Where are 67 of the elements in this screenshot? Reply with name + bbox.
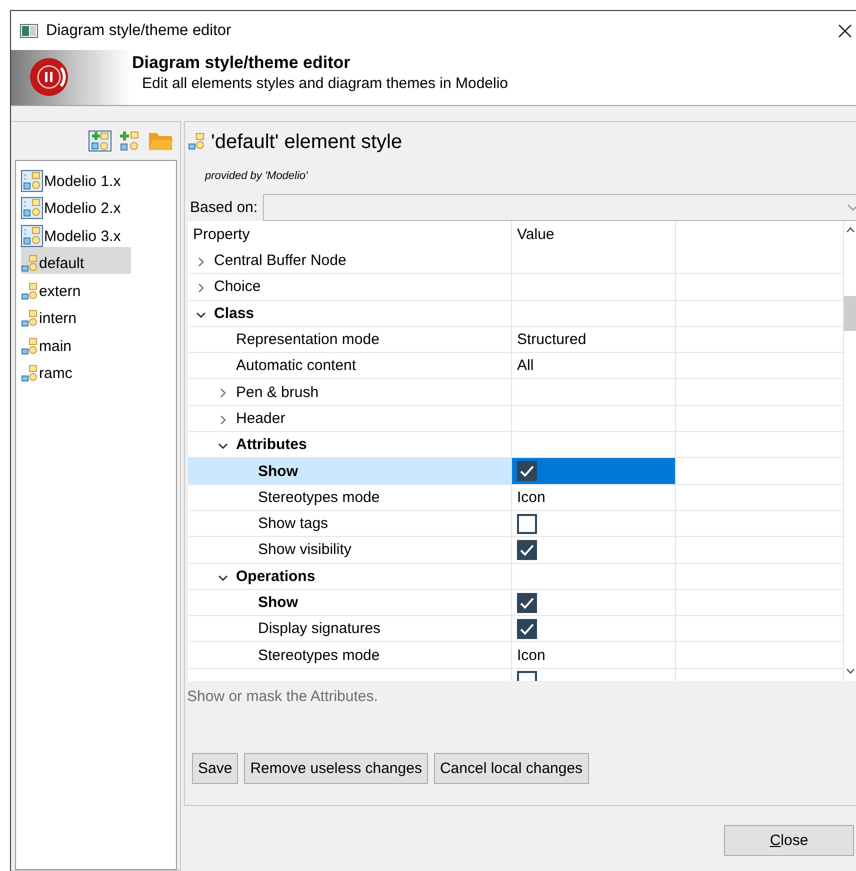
property-cell[interactable]: Stereotypes mode [188,484,512,510]
property-cell[interactable]: Choice [188,274,512,300]
description-text: Show or mask the Attributes. [187,688,379,707]
property-cell[interactable]: Representation mode [188,326,512,352]
expand-chevron-icon[interactable] [218,441,228,452]
window-icon [20,24,38,38]
value-cell: Icon [517,488,546,506]
style-icon [188,132,205,152]
column-header: Value [517,226,554,243]
collapse-chevron-icon[interactable] [218,388,228,398]
theme-icon [21,224,43,246]
close-icon[interactable] [838,24,852,38]
style-icon [21,309,38,329]
checkbox[interactable] [517,461,537,482]
style-icon [21,336,38,356]
dropdown-icon [847,202,856,212]
window-title: Diagram style/theme editor [46,22,232,40]
dialog-subtitle: Edit all elements styles and diagram themes in Modelio [142,74,508,94]
theme-icon [21,197,43,219]
property-cell[interactable]: Attributes [188,432,512,458]
tree-item[interactable]: main [21,329,76,356]
checkbox[interactable] [517,540,537,560]
property-cell[interactable]: Show visibility [188,537,512,563]
checkbox[interactable] [517,514,537,534]
tree-item[interactable]: default [21,246,131,274]
property-cell[interactable]: Show [188,458,512,484]
tree-item[interactable]: intern [21,302,81,329]
tree-item[interactable]: Modelio 1.x [21,164,125,192]
collapse-chevron-icon[interactable] [218,414,228,425]
property-cell[interactable]: Header [188,406,512,432]
property-cell[interactable]: Central Buffer Node [188,248,512,274]
property-cell[interactable]: Class [188,300,512,326]
expand-chevron-icon[interactable] [196,310,206,320]
tree-item[interactable]: Modelio 2.x [21,192,125,219]
dialog-title: Diagram style/theme editor [132,52,352,74]
property-cell[interactable]: Display signatures [188,616,512,642]
style-icon [21,282,38,302]
theme-icon [21,170,43,192]
style-title: 'default' element style [211,130,402,154]
style-icon [21,254,38,274]
checkbox[interactable] [517,592,537,612]
property-cell[interactable]: Pen & brush [188,379,512,405]
close-button[interactable]: Close [724,825,854,856]
folder-icon [148,130,174,152]
value-cell: Structured [517,331,586,348]
property-cell[interactable]: Show [188,590,512,616]
property-cell[interactable]: Operations [188,564,512,589]
column-header: Property [193,226,250,243]
collapse-chevron-icon[interactable] [196,283,206,294]
value-cell: Icon [517,646,546,664]
checkbox[interactable] [517,618,537,639]
style-icon [21,364,38,384]
field-label: Based on: [190,199,258,216]
provider-label: provided by 'Modelio' [205,170,309,184]
tree-item[interactable]: extern [21,274,85,302]
property-cell[interactable]: Show tags [188,510,512,536]
tree-item[interactable]: Modelio 3.x [21,219,125,246]
property-cell[interactable]: Stereotypes mode [188,642,512,668]
value-cell: All [517,357,534,374]
action-button[interactable]: Save [192,753,238,784]
action-button[interactable]: Cancel local changes [434,753,589,784]
expand-chevron-icon[interactable] [218,572,228,583]
collapse-chevron-icon[interactable] [196,257,206,267]
property-cell[interactable]: Automatic content [188,353,512,378]
action-button[interactable]: Remove useless changes [244,753,428,784]
add-theme-icon [88,130,112,152]
tree-item[interactable]: ramc [21,356,76,384]
